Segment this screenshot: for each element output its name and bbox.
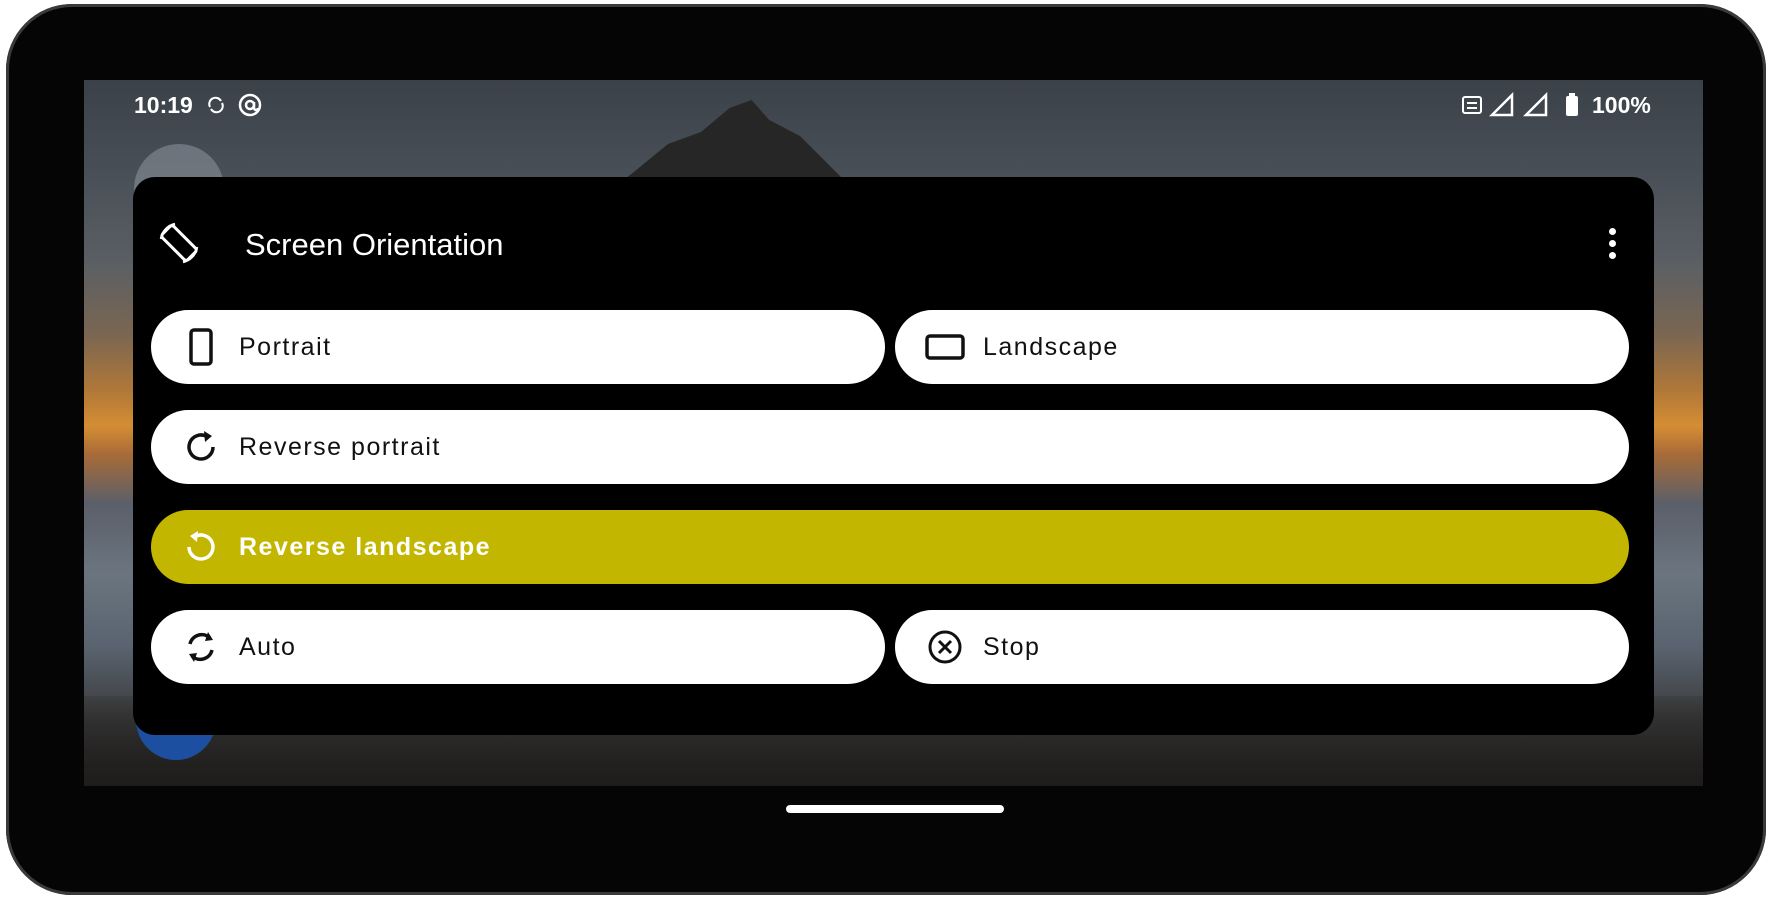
auto-rotate-icon: [181, 627, 221, 667]
sync-icon: [202, 91, 230, 119]
dialog-header: Screen Orientation: [133, 177, 1654, 301]
navigation-handle[interactable]: [786, 805, 1004, 813]
rotate-left-icon: [181, 527, 221, 567]
close-circle-icon: [925, 627, 965, 667]
reverse-landscape-label: Reverse landscape: [239, 533, 492, 561]
reverse-portrait-label: Reverse portrait: [239, 433, 441, 461]
at-icon: [236, 91, 264, 119]
reverse-portrait-button[interactable]: Reverse portrait: [151, 410, 1629, 484]
landscape-button[interactable]: Landscape: [895, 310, 1629, 384]
signal-icon: [1488, 91, 1516, 119]
landscape-icon: [925, 327, 965, 367]
stop-label: Stop: [983, 633, 1041, 661]
auto-button[interactable]: Auto: [151, 610, 885, 684]
battery-percent: 100%: [1592, 92, 1651, 118]
portrait-button[interactable]: Portrait: [151, 310, 885, 384]
signal-icon: [1522, 91, 1550, 119]
orientation-dialog: Screen Orientation Portrait Landscape Re…: [133, 177, 1654, 735]
reverse-landscape-button[interactable]: Reverse landscape: [151, 510, 1629, 584]
dialog-title: Screen Orientation: [245, 227, 504, 262]
portrait-icon: [181, 327, 221, 367]
rotate-right-icon: [181, 427, 221, 467]
device-frame: 10:19 100% Screen Orientation Portrait L…: [6, 4, 1766, 895]
portrait-label: Portrait: [239, 333, 332, 361]
screen-rotation-icon: [155, 219, 203, 267]
status-time: 10:19: [134, 92, 193, 118]
data-icon: [1458, 91, 1486, 119]
more-vert-icon[interactable]: [1596, 221, 1628, 265]
landscape-label: Landscape: [983, 333, 1119, 361]
status-bar: 10:19 100%: [84, 80, 1703, 128]
stop-button[interactable]: Stop: [895, 610, 1629, 684]
auto-label: Auto: [239, 633, 297, 661]
screen: 10:19 100% Screen Orientation Portrait L…: [84, 80, 1703, 786]
battery-icon: [1558, 91, 1586, 119]
